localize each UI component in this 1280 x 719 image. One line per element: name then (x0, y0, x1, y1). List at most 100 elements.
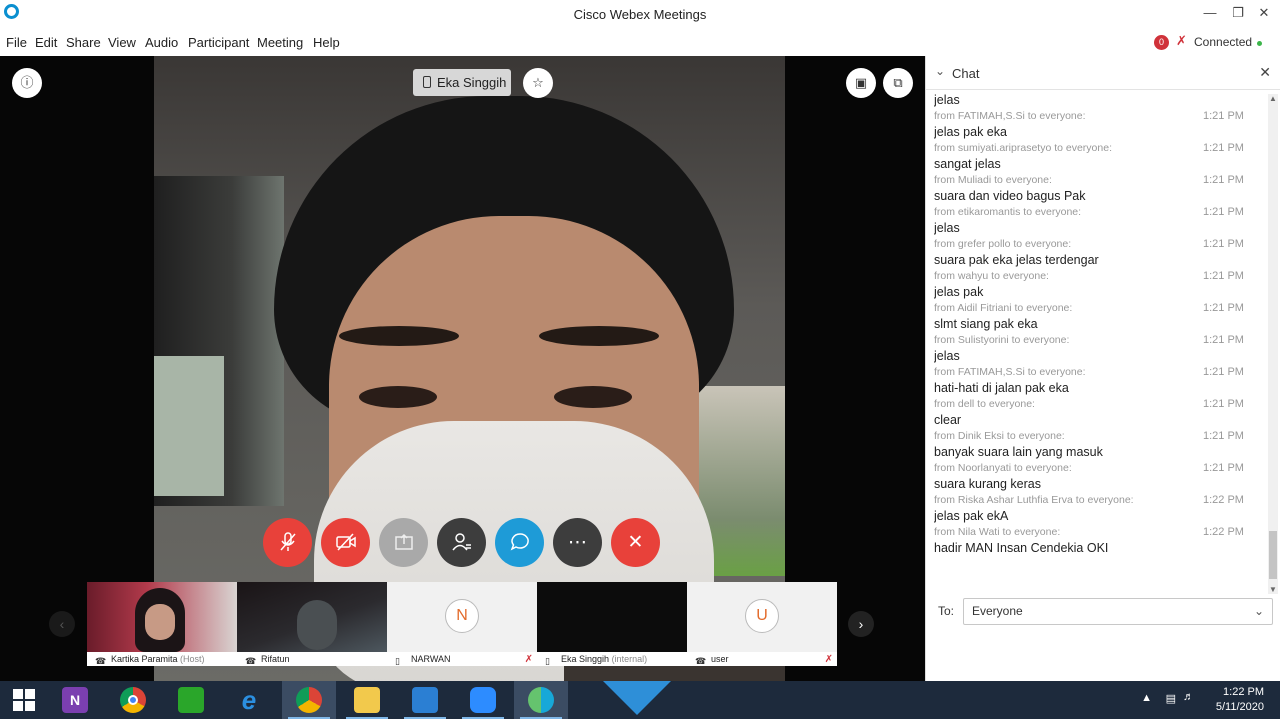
recipient-value: Everyone (972, 604, 1023, 618)
windows-taskbar: N e ▲ ▤ ♬ 1:22 PM 5/11/2020 (0, 681, 1280, 719)
close-button[interactable]: ✕ (1254, 4, 1274, 22)
leave-meeting-button[interactable]: ✕ (611, 518, 660, 567)
chat-scrollbar[interactable]: ▲ ▼ (1268, 94, 1278, 594)
participant-thumbnail[interactable]: ▯ Eka Singgih (internal) (537, 582, 687, 666)
participant-name: Eka Singgih (561, 654, 610, 664)
chat-button[interactable] (495, 518, 544, 567)
chrome-icon (296, 687, 322, 713)
taskbar-onenote[interactable]: N (48, 681, 102, 719)
share-button[interactable] (379, 518, 428, 567)
volume-icon[interactable]: ♬ (1183, 691, 1194, 703)
folder-icon (354, 687, 380, 713)
taskbar-file-explorer[interactable] (340, 681, 394, 719)
meeting-info-icon[interactable]: ⓘ (12, 68, 42, 98)
mute-button[interactable] (263, 518, 312, 567)
participant-thumbnail[interactable]: U ☎ user ✗ (687, 582, 837, 666)
chat-message-meta: from Muliadi to everyone: 1:21 PM (934, 172, 1264, 188)
windows-logo-icon (13, 689, 35, 711)
menu-share[interactable]: Share (66, 35, 101, 50)
menu-help[interactable]: Help (313, 35, 340, 50)
notification-badge[interactable]: 0 (1154, 35, 1169, 50)
participants-button[interactable] (437, 518, 486, 567)
network-icon[interactable]: ▤ (1166, 692, 1176, 705)
taskbar-internet-explorer[interactable]: e (222, 681, 276, 719)
menu-view[interactable]: View (108, 35, 136, 50)
store-icon (178, 687, 204, 713)
chat-message-sender: from Riska Ashar Luthfia Erva to everyon… (934, 494, 1134, 506)
collapse-chevron-icon[interactable]: ⌄ (935, 64, 945, 78)
muted-mic-icon: ✗ (1176, 33, 1187, 48)
popout-icon[interactable]: ⧉ (883, 68, 913, 98)
taskbar-onedrive[interactable] (398, 681, 452, 719)
chat-message-text: jelas (934, 349, 960, 363)
more-button[interactable]: ⋯ (553, 518, 602, 567)
video-eye-left (359, 386, 437, 408)
chat-message-sender: from wahyu to everyone: (934, 270, 1049, 282)
start-button[interactable] (0, 681, 54, 719)
chat-message-sender: from sumiyati.ariprasetyo to everyone: (934, 142, 1112, 154)
participant-label: ▯ Eka Singgih (internal) (537, 652, 687, 666)
chat-message-text: suara pak eka jelas terdengar (934, 253, 1099, 267)
participant-strip: ☎ Kartika Paramita (Host) ☎ Rifatun N ▯ … (87, 582, 837, 666)
active-speaker-label: Eka Singgih (437, 75, 507, 90)
previous-participants-arrow[interactable]: ‹ (49, 611, 75, 637)
chat-icon (510, 533, 529, 551)
participant-thumbnail[interactable]: N ▯ NARWAN ✗ (387, 582, 537, 666)
taskbar-chrome-user[interactable] (282, 681, 336, 719)
chat-message-sender: from Nila Wati to everyone: (934, 526, 1061, 538)
taskbar-webex[interactable] (514, 681, 568, 719)
chat-message-sender: from etikaromantis to everyone: (934, 206, 1082, 218)
minimize-button[interactable]: — (1200, 4, 1220, 22)
chat-messages[interactable]: jelas from FATIMAH,S.Si to everyone: 1:21 … (934, 92, 1264, 592)
participant-name: Rifatun (261, 654, 290, 664)
taskbar-clock[interactable]: 1:22 PM 5/11/2020 (1204, 685, 1264, 715)
restore-button[interactable]: ❐ (1228, 4, 1248, 22)
phone-icon (423, 76, 431, 88)
chat-message-time: 1:21 PM (1203, 366, 1244, 378)
recipient-select[interactable]: Everyone ⌄ (963, 598, 1273, 625)
chat-message-meta: from FATIMAH,S.Si to everyone: 1:21 PM (934, 364, 1264, 380)
phone-icon: ▯ (395, 656, 400, 666)
chat-message-time: 1:21 PM (1203, 398, 1244, 410)
clock-date: 5/11/2020 (1215, 701, 1264, 713)
chat-close-icon[interactable]: ✕ (1259, 64, 1271, 81)
menu-meeting[interactable]: Meeting (257, 35, 303, 50)
participant-video (297, 600, 337, 650)
chat-message-meta: from FATIMAH,S.Si to everyone: 1:21 PM (934, 108, 1264, 124)
chat-message-meta: from etikaromantis to everyone: 1:21 PM (934, 204, 1264, 220)
chat-panel: ⌄ Chat ✕ jelas from FATIMAH,S.Si to every… (925, 56, 1280, 682)
chat-message-sender: from Muliadi to everyone: (934, 174, 1052, 186)
video-button[interactable] (321, 518, 370, 567)
participants-icon (451, 533, 471, 551)
chat-message-text: jelas pak ekA (934, 509, 1009, 523)
menu-edit[interactable]: Edit (35, 35, 57, 50)
layout-icon[interactable]: ▣ (846, 68, 876, 98)
pin-icon[interactable]: ☆ (523, 68, 553, 98)
taskbar-chrome[interactable] (106, 681, 160, 719)
onenote-icon: N (62, 687, 88, 713)
taskbar-zoom[interactable] (456, 681, 510, 719)
menu-audio[interactable]: Audio (145, 35, 178, 50)
menu-file[interactable]: File (6, 35, 27, 50)
tray-expand-icon[interactable]: ▲ (1141, 692, 1152, 704)
scroll-up-icon[interactable]: ▲ (1269, 94, 1277, 103)
participant-role: (internal) (611, 654, 648, 664)
menu-participant[interactable]: Participant (188, 35, 249, 50)
participant-thumbnail[interactable]: ☎ Rifatun (237, 582, 387, 666)
chat-message-meta: from Nila Wati to everyone: 1:22 PM (934, 524, 1264, 540)
chat-message-meta: from dell to everyone: 1:21 PM (934, 396, 1264, 412)
chat-message-meta: from Sulistyorini to everyone: 1:21 PM (934, 332, 1264, 348)
chat-scroll-thumb[interactable] (1269, 531, 1277, 579)
next-participants-arrow[interactable]: › (848, 611, 874, 637)
chat-message-meta: from sumiyati.ariprasetyo to everyone: 1:… (934, 140, 1264, 156)
chat-message-time: 1:21 PM (1203, 430, 1244, 442)
chat-message-text: clear (934, 413, 962, 427)
participant-thumbnail[interactable]: ☎ Kartika Paramita (Host) (87, 582, 237, 666)
mic-off-icon (279, 532, 296, 551)
taskbar-store[interactable] (164, 681, 218, 719)
video-off-icon (335, 533, 356, 551)
connection-status: Connected (1194, 35, 1253, 49)
chat-message-sender: from Dinik Eksi to everyone: (934, 430, 1065, 442)
scroll-down-icon[interactable]: ▼ (1269, 585, 1277, 594)
chat-message-sender: from Sulistyorini to everyone: (934, 334, 1070, 346)
